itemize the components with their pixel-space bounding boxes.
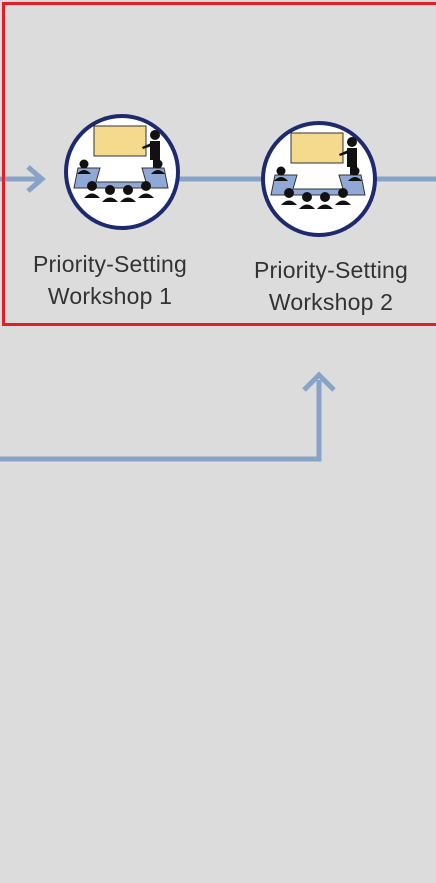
- node-label-line1: Priority-Setting: [32, 251, 188, 277]
- node-label-workshop-2: Priority-Setting Workshop 2: [231, 254, 431, 318]
- node-label-line1: Priority-Setting: [253, 257, 409, 283]
- node-label-workshop-1: Priority-Setting Workshop 1: [10, 248, 210, 312]
- feedback-connector: [0, 380, 322, 462]
- node-label-line2: Workshop 2: [268, 289, 394, 315]
- node-label-line2: Workshop 1: [47, 283, 173, 309]
- workflow-diagram: Priority-Setting Workshop 1 Priority-Set…: [0, 0, 436, 883]
